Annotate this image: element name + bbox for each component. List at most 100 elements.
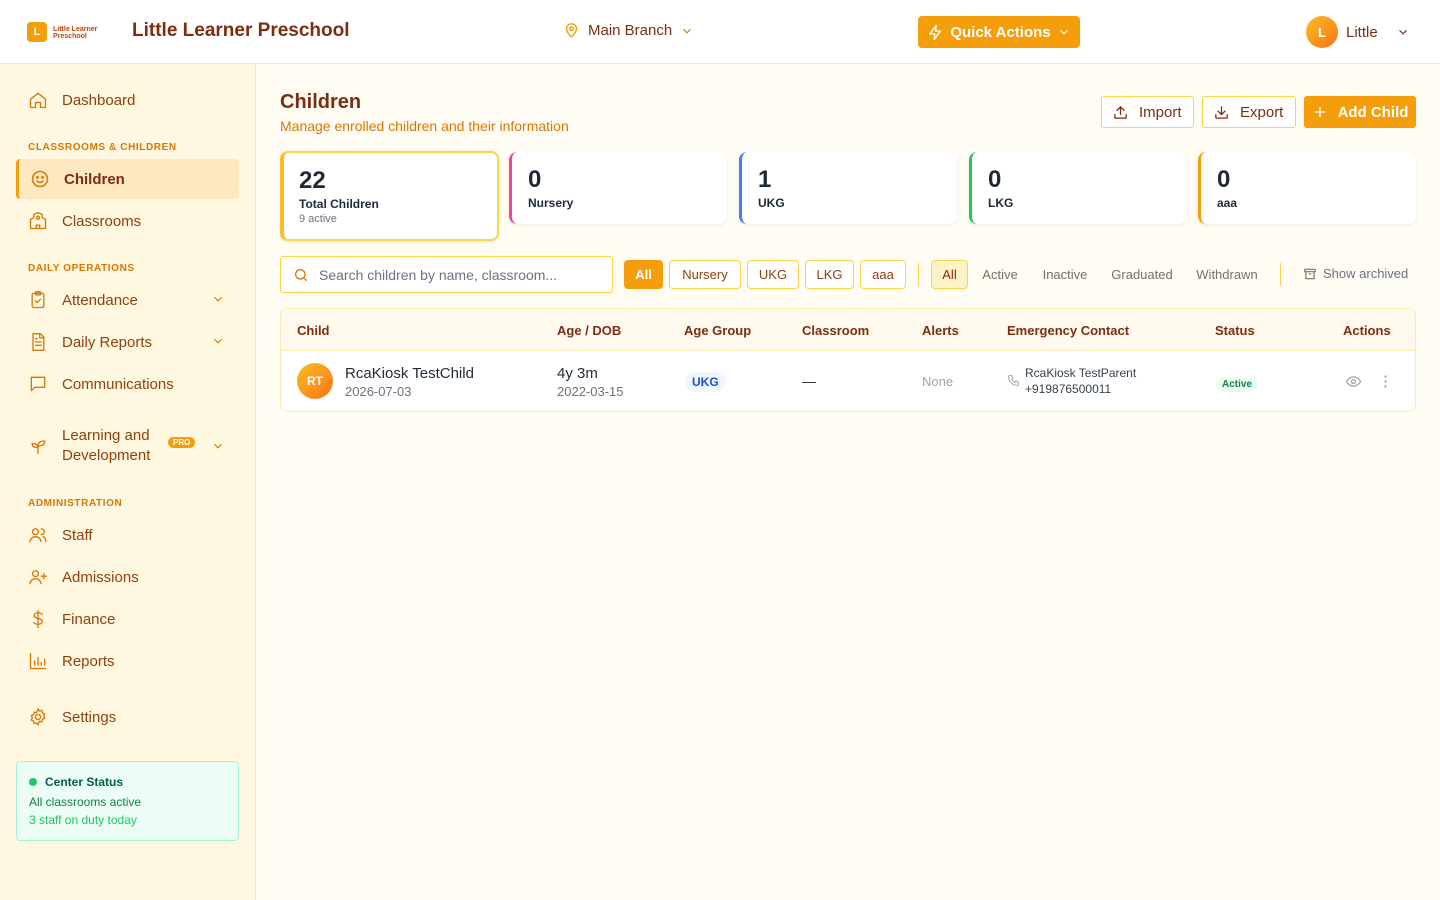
import-label: Import: [1139, 103, 1182, 121]
logo-icon: L: [27, 22, 47, 42]
column-header-alerts[interactable]: Alerts: [922, 323, 959, 338]
group-filter-aaa[interactable]: aaa: [860, 260, 906, 289]
contact-phone: +919876500011: [1025, 382, 1112, 396]
sidebar-item-label: Development: [62, 447, 151, 464]
dollar-icon: [33, 610, 43, 628]
column-header-status[interactable]: Status: [1215, 323, 1255, 338]
sidebar-item-label: Staff: [62, 526, 93, 544]
show-archived-label: Show archived: [1323, 266, 1409, 281]
more-vertical-icon[interactable]: [1377, 373, 1394, 390]
stat-card-ukg[interactable]: 1 UKG: [739, 152, 957, 224]
sidebar-item-dashboard[interactable]: Dashboard: [16, 80, 239, 120]
bar-chart-icon: [29, 652, 47, 670]
stat-card-lkg[interactable]: 0 LKG: [969, 152, 1187, 224]
add-child-label: Add Child: [1337, 103, 1409, 121]
group-filter-lkg[interactable]: LKG: [805, 260, 854, 289]
export-button[interactable]: Export: [1202, 96, 1296, 128]
show-archived-toggle[interactable]: Show archived: [1303, 266, 1408, 281]
age-group-badge: UKG: [685, 372, 726, 392]
status-dot-icon: [29, 778, 37, 786]
user-plus-icon: [29, 570, 47, 585]
column-header-emergency-contact[interactable]: Emergency Contact: [1007, 323, 1129, 338]
chevron-down-icon: [1059, 29, 1068, 35]
download-icon: [1215, 105, 1228, 119]
top-bar: L Little Learner Preschool Little Learne…: [0, 0, 1440, 64]
sidebar-item-label: Finance: [62, 610, 116, 628]
sidebar-item-reports[interactable]: Reports: [16, 641, 239, 681]
filter-divider: [1280, 263, 1281, 286]
status-filter-inactive[interactable]: Inactive: [1032, 260, 1098, 289]
document-icon: [32, 333, 45, 351]
table-row[interactable]: RT RcaKiosk TestChild 2026-07-03 4y 3m 2…: [281, 351, 1415, 411]
sidebar-item-admissions[interactable]: Admissions: [16, 557, 239, 597]
sidebar-item-settings[interactable]: Settings: [16, 697, 239, 737]
status-filter-active[interactable]: Active: [972, 260, 1028, 289]
column-header-classroom[interactable]: Classroom: [802, 323, 869, 338]
chevron-down-icon: [683, 28, 692, 34]
search-icon: [295, 268, 307, 281]
status-filter-graduated[interactable]: Graduated: [1102, 260, 1182, 289]
sidebar-item-attendance[interactable]: Attendance: [16, 280, 239, 320]
message-icon: [30, 376, 46, 392]
page-title: Children: [280, 91, 362, 113]
user-menu[interactable]: L Little: [1306, 16, 1410, 48]
column-header-child[interactable]: Child: [297, 323, 330, 338]
stat-card-aaa[interactable]: 0 aaa: [1198, 152, 1416, 224]
group-filter-all[interactable]: All: [624, 260, 663, 289]
stat-value: 0: [988, 166, 1002, 193]
school-icon: [29, 212, 47, 230]
chevron-down-icon: [214, 338, 222, 344]
sidebar-item-daily-reports[interactable]: Daily Reports: [16, 322, 239, 362]
quick-actions-label: Quick Actions: [950, 23, 1051, 41]
logo-text: Little Learner Preschool: [53, 26, 98, 40]
stat-label: aaa: [1217, 196, 1238, 210]
branch-selector[interactable]: Main Branch: [563, 22, 694, 39]
eye-icon[interactable]: [1345, 373, 1362, 390]
stat-card-total[interactable]: 22 Total Children 9 active: [280, 151, 499, 241]
search-input[interactable]: [319, 266, 599, 283]
status-filter-all[interactable]: All: [931, 260, 968, 289]
sidebar-item-finance[interactable]: Finance: [16, 599, 239, 639]
status-badge: Active: [1216, 377, 1259, 392]
sidebar: Dashboard CLASSROOMS & CHILDREN Children…: [0, 64, 256, 900]
contact-name: RcaKiosk TestParent: [1025, 366, 1137, 380]
stat-label: Nursery: [528, 196, 574, 210]
group-filter-nursery[interactable]: Nursery: [669, 260, 741, 289]
learning-label: Learning and Development: [62, 426, 150, 466]
column-header-age[interactable]: Age / DOB: [557, 323, 621, 338]
status-filter-withdrawn[interactable]: Withdrawn: [1186, 260, 1268, 289]
children-table: Child Age / DOB Age Group Classroom Aler…: [280, 308, 1416, 412]
plus-icon: [1314, 106, 1325, 118]
sidebar-item-label: Dashboard: [62, 91, 136, 109]
child-age: 4y 3m: [557, 365, 598, 382]
chevron-down-icon: [1398, 29, 1407, 35]
home-icon: [29, 92, 47, 109]
branch-label: Main Branch: [588, 22, 673, 39]
column-header-age-group[interactable]: Age Group: [684, 323, 751, 338]
add-child-button[interactable]: Add Child: [1304, 96, 1416, 128]
child-avatar: RT: [297, 363, 333, 399]
user-avatar: L: [1306, 16, 1338, 48]
section-administration: ADMINISTRATION: [28, 498, 123, 509]
sidebar-item-label: Daily Reports: [62, 333, 153, 351]
stat-value: 0: [1217, 166, 1231, 193]
stat-sub: 9 active: [299, 213, 337, 225]
sidebar-item-children[interactable]: Children: [16, 159, 239, 199]
user-name: Little: [1346, 23, 1378, 41]
pro-badge: PRO: [168, 437, 196, 448]
sidebar-item-label: Reports: [62, 652, 115, 670]
stat-label: UKG: [758, 196, 785, 210]
sidebar-item-communications[interactable]: Communications: [16, 364, 239, 404]
sidebar-item-classrooms[interactable]: Classrooms: [16, 201, 239, 241]
child-classroom: —: [802, 373, 816, 389]
stat-value: 1: [758, 166, 772, 193]
child-name[interactable]: RcaKiosk TestChild: [345, 365, 474, 382]
quick-actions-button[interactable]: Quick Actions: [918, 16, 1080, 48]
stat-card-nursery[interactable]: 0 Nursery: [509, 152, 727, 224]
import-button[interactable]: Import: [1101, 96, 1194, 128]
chevron-down-icon: [214, 443, 222, 449]
sidebar-item-learning-development[interactable]: Learning and Development PRO: [16, 424, 239, 468]
sidebar-item-staff[interactable]: Staff: [16, 515, 239, 555]
stat-value: 0: [528, 166, 542, 193]
group-filter-ukg[interactable]: UKG: [747, 260, 799, 289]
